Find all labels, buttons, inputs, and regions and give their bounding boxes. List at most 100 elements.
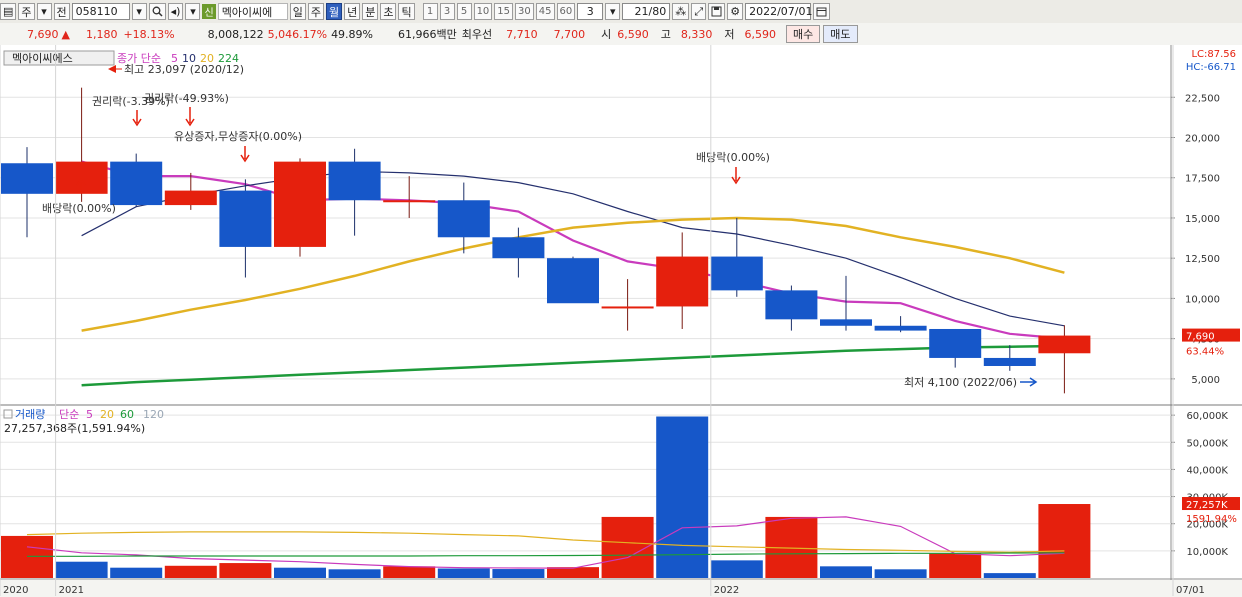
volume-legend-prefix: 단순: [59, 408, 79, 421]
annotation-dividend-2: 배당락(0.00%): [696, 151, 770, 164]
period-selector[interactable]: 주: [18, 3, 35, 20]
count-input[interactable]: 3: [577, 3, 604, 20]
volume-bar: [164, 565, 217, 578]
candle-body: [219, 190, 272, 247]
candle-body: [437, 200, 490, 238]
volume-bar: [1, 535, 53, 578]
interval-5[interactable]: 5: [456, 3, 472, 20]
date-input[interactable]: 2022/07/01: [745, 3, 813, 20]
volume-legend-ma5: 5: [86, 408, 93, 421]
interval-45[interactable]: 45: [535, 3, 555, 20]
volume-legend-ma120: 120: [143, 408, 164, 421]
best-ask: 7,710: [506, 27, 538, 41]
candle-body: [492, 237, 545, 259]
interval-1[interactable]: 1: [422, 3, 438, 20]
last-volume-pct: 1591.94%: [1186, 514, 1237, 525]
best-quote-label: 최우선: [461, 28, 493, 41]
candle-body: [110, 161, 163, 206]
speaker-icon[interactable]: ◂): [167, 3, 184, 20]
candle-body: [601, 306, 654, 309]
sell-button[interactable]: 매도: [823, 25, 858, 43]
time-tick-label: 2020: [3, 585, 28, 596]
open-price: 6,590: [617, 27, 649, 41]
tab-tick[interactable]: 틱: [398, 3, 415, 20]
compare-button[interactable]: 전: [53, 3, 70, 20]
current-price: 7,690: [27, 27, 59, 41]
time-tick-label: 2021: [59, 585, 84, 596]
candle-body: [874, 325, 927, 331]
volume-bar: [929, 553, 982, 578]
volume-bar: [383, 566, 436, 578]
search-icon[interactable]: [148, 3, 166, 20]
tab-second[interactable]: 초: [380, 3, 397, 20]
stock-code-input[interactable]: 058110: [71, 3, 130, 20]
volume-bar: [820, 566, 872, 578]
volume-bar: [1038, 504, 1091, 578]
interval-60[interactable]: 60: [556, 3, 576, 20]
turnover-ratio: 49.89%: [331, 27, 374, 41]
tab-day[interactable]: 일: [289, 3, 306, 20]
change-up-icon: ▲: [61, 27, 70, 41]
candle-body: [383, 200, 436, 203]
interval-10[interactable]: 10: [473, 3, 493, 20]
low-price: 6,590: [744, 27, 777, 41]
volume-bar: [710, 560, 763, 578]
annotation-rights-2: 권리락(-49.93%): [144, 92, 229, 105]
candle-body: [929, 328, 982, 358]
interval-30[interactable]: 30: [515, 3, 534, 20]
interval-15[interactable]: 15: [494, 3, 514, 20]
last-price-label: 7,690: [1186, 332, 1215, 343]
volume-bar: [437, 568, 490, 578]
volume-legend-ma60: 60: [120, 408, 134, 421]
price-panel-title: 멕아이씨에스: [12, 52, 73, 65]
volume-bar: [492, 569, 545, 578]
best-bid: 7,700: [553, 27, 586, 41]
interval-3[interactable]: 3: [439, 3, 455, 20]
last-price-pct: 63.44%: [1186, 347, 1224, 358]
stock-chart[interactable]: 5,0007,50010,00012,50015,00017,50020,000…: [0, 45, 1242, 597]
period-dropdown-icon[interactable]: ▾: [36, 3, 52, 20]
time-axis-band: [0, 580, 1242, 597]
calendar-icon[interactable]: [813, 3, 831, 20]
annotation-dividend-1: 배당락(0.00%): [42, 202, 116, 215]
tab-year[interactable]: 년: [344, 3, 361, 20]
buy-button[interactable]: 매수: [786, 25, 821, 43]
candle-body: [820, 319, 872, 326]
low-label: 저: [724, 28, 735, 41]
candle-body: [656, 256, 709, 307]
range-input[interactable]: 21/80: [622, 3, 671, 20]
corner-hc-label: HC:-66.71: [1186, 62, 1236, 73]
volume-tick-label: 60,000K: [1186, 411, 1228, 422]
annotation-high: 최고 23,097 (2020/12): [124, 63, 244, 76]
window-menu-icon[interactable]: ▤: [0, 3, 17, 20]
stock-name-field: 멕아이씨에: [217, 3, 288, 20]
volume-bar: [983, 573, 1036, 578]
price-change: 1,180: [85, 27, 118, 41]
candle-body: [710, 256, 763, 291]
save-icon[interactable]: [708, 3, 726, 20]
candle-body: [547, 258, 599, 304]
price-tick-label: 5,000: [1191, 375, 1220, 386]
volume-legend-ma20: 20: [100, 408, 114, 421]
chart-tools-icon[interactable]: ⁂: [672, 3, 690, 20]
price-tick-label: 22,500: [1185, 93, 1220, 104]
candle-body: [328, 161, 381, 201]
tab-week[interactable]: 주: [307, 3, 324, 20]
price-change-pct: +18.13%: [123, 27, 175, 41]
volume-bar: [656, 416, 709, 578]
candle-body: [1, 163, 53, 194]
toolbar: ▤ 주 ▾ 전 058110 ▾ ◂) ▾ 신 멕아이씨에 일 주 월 년 분 …: [0, 0, 1242, 24]
count-dropdown-icon[interactable]: ▾: [605, 3, 621, 20]
sound-dropdown-icon[interactable]: ▾: [185, 3, 201, 20]
candle-body: [765, 290, 818, 320]
tab-minute[interactable]: 분: [362, 3, 379, 20]
code-dropdown-icon[interactable]: ▾: [131, 3, 147, 20]
settings-gear-icon[interactable]: ⚙: [727, 3, 744, 20]
volume-bar: [274, 567, 326, 578]
annotation-low: 최저 4,100 (2022/06): [904, 376, 1017, 389]
tab-month[interactable]: 월: [325, 3, 343, 20]
time-tick-label: 2022: [714, 585, 739, 596]
draw-tool-icon[interactable]: ⤢: [691, 3, 707, 20]
volume-bar: [110, 567, 163, 578]
volume-panel-title: 거래량: [15, 408, 45, 421]
